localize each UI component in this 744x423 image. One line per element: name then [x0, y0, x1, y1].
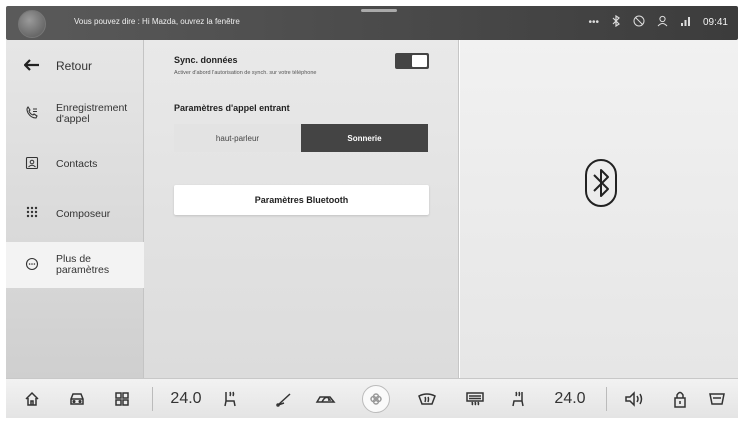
contacts-icon	[22, 156, 42, 173]
sidebar-item-label: Enregistrement d'appel	[56, 102, 128, 125]
sidebar-item-call-log[interactable]: Enregistrement d'appel	[6, 92, 144, 136]
sidebar-item-dialer[interactable]: Composeur	[6, 192, 144, 236]
divider	[606, 387, 607, 411]
ringtone-option[interactable]: Sonnerie	[301, 124, 428, 152]
left-temperature[interactable]: 24.0	[164, 379, 208, 419]
sync-title: Sync. données	[174, 55, 238, 65]
seat-heat-right-icon[interactable]	[506, 379, 530, 419]
settings-panel: Sync. données Activer d'abord l'autorisa…	[144, 40, 459, 378]
bluetooth-icon	[584, 158, 618, 208]
sidebar-item-label: Composeur	[56, 207, 111, 220]
back-button[interactable]: Retour	[6, 44, 144, 88]
bluetooth-icon	[611, 14, 621, 30]
lock-icon[interactable]	[668, 379, 692, 419]
incoming-call-selector: haut-parleur Sonnerie	[174, 124, 428, 152]
sidebar-item-more-settings[interactable]: Plus de paramètres	[6, 242, 144, 288]
pull-down-handle[interactable]	[361, 9, 397, 12]
user-icon	[657, 15, 668, 30]
dialpad-icon	[22, 206, 42, 223]
car-icon[interactable]	[64, 379, 90, 419]
signal-icon	[680, 16, 691, 29]
back-arrow-icon	[22, 58, 42, 74]
incoming-call-title: Paramètres d'appel entrant	[174, 103, 290, 113]
seat-heat-left-icon[interactable]	[218, 379, 242, 419]
voice-hint-text: Vous pouvez dire : Hi Mazda, ouvrez la f…	[74, 17, 240, 26]
voice-assistant-avatar[interactable]	[18, 10, 46, 38]
fan-button[interactable]	[360, 379, 392, 419]
defrost-front-icon[interactable]	[414, 379, 440, 419]
volume-icon[interactable]	[620, 379, 650, 419]
sidebar-item-label: Plus de paramètres	[56, 253, 110, 276]
right-temperature[interactable]: 24.0	[548, 379, 592, 419]
defrost-rear-icon[interactable]	[462, 379, 488, 419]
call-log-icon	[22, 105, 42, 123]
bottom-bar: 24.0 24.0	[6, 378, 738, 418]
sync-subtitle: Activer d'abord l'autorisation de synch.…	[174, 70, 317, 76]
more-icon: •••	[588, 17, 599, 28]
sidebar-item-contacts[interactable]: Contacts	[6, 142, 144, 186]
home-icon[interactable]	[20, 379, 44, 419]
bluetooth-settings-button[interactable]: Paramètres Bluetooth	[174, 185, 429, 215]
detail-area	[460, 40, 738, 378]
clock: 09:41	[702, 17, 728, 28]
toggle-knob	[412, 55, 427, 67]
recirculation-icon[interactable]	[312, 379, 340, 419]
screen: Vous pouvez dire : Hi Mazda, ouvrez la f…	[0, 0, 744, 423]
no-phone-icon	[633, 15, 645, 30]
speaker-option[interactable]: haut-parleur	[174, 124, 301, 152]
rear-view-icon[interactable]	[704, 379, 730, 419]
status-bar: Vous pouvez dire : Hi Mazda, ouvrez la f…	[6, 6, 738, 40]
fan-icon	[362, 385, 390, 413]
back-label: Retour	[56, 58, 93, 73]
divider	[152, 387, 153, 411]
wiper-icon[interactable]	[272, 379, 296, 419]
sidebar: Retour Enregistrement d'appel Contacts C…	[6, 40, 144, 378]
status-icons: ••• 09:41	[588, 14, 728, 30]
apps-icon[interactable]	[110, 379, 134, 419]
sync-toggle[interactable]	[395, 53, 429, 69]
more-settings-icon	[22, 257, 42, 274]
sidebar-item-label: Contacts	[56, 157, 98, 170]
